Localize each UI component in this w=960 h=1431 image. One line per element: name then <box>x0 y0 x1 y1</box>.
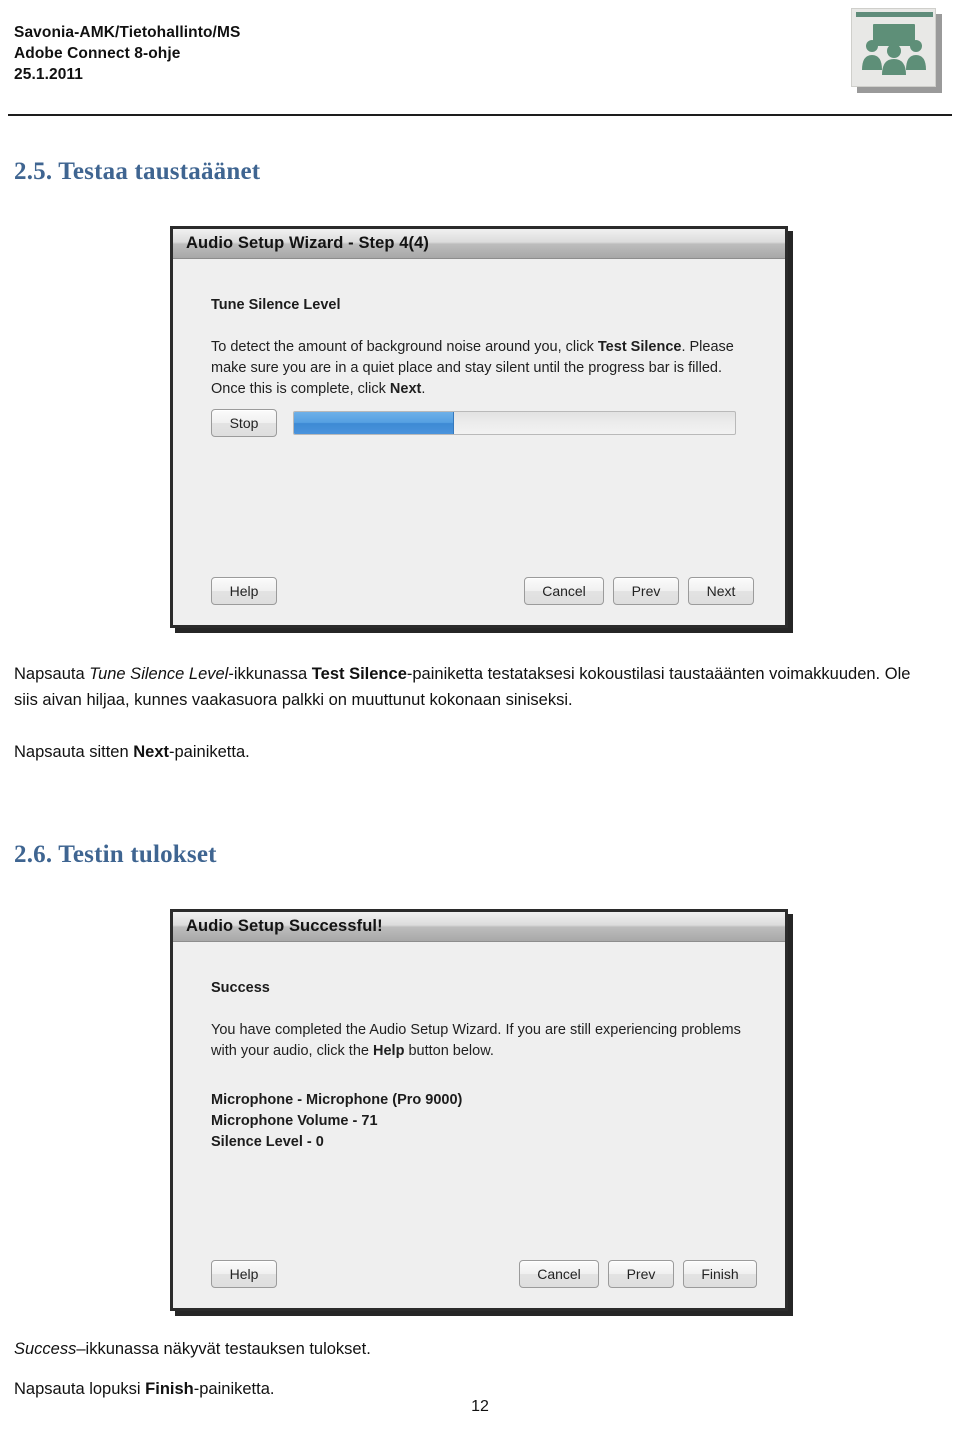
instruction-line3-part3: . <box>421 381 426 397</box>
para4-part2: -painiketta. <box>193 1380 275 1398</box>
instruction-line1-part3: . Please <box>681 339 734 355</box>
header-document-info: Savonia-AMK/Tietohallinto/MS Adobe Conne… <box>14 22 240 85</box>
dialog-titlebar: Audio Setup Successful! <box>173 912 785 942</box>
paragraph-click-next: Napsauta sitten Next-painiketta. <box>14 739 944 765</box>
result-microphone-device: Microphone - Microphone (Pro 9000) <box>211 1092 463 1108</box>
page-number: 12 <box>471 1398 489 1415</box>
screenshot-audio-setup-successful: Audio Setup Successful! Success You have… <box>170 909 793 1316</box>
cancel-button[interactable]: Cancel <box>519 1260 599 1288</box>
para3-success-italic: Success <box>14 1340 77 1358</box>
paragraph-tune-silence-instructions: Napsauta Tune Silence Level-ikkunassa Te… <box>14 661 919 713</box>
stop-button[interactable]: Stop <box>211 409 277 437</box>
para1-tune-silence-level-italic: Tune Silence Level <box>89 665 229 683</box>
para1-part2: -ikkunassa <box>228 665 312 683</box>
success-line1: You have completed the Audio Setup Wizar… <box>211 1022 741 1038</box>
para2-part2: -painiketta. <box>169 743 250 761</box>
para2-part1: Napsauta sitten <box>14 743 134 761</box>
dialog-instructions: To detect the amount of background noise… <box>211 337 756 400</box>
paragraph-success-results: Success–ikkunassa näkyvät testauksen tul… <box>14 1336 944 1362</box>
header-org-line: Savonia-AMK/Tietohallinto/MS <box>14 24 241 41</box>
instruction-line2: make sure you are in a quiet place and s… <box>211 360 722 376</box>
audio-setup-successful-dialog: Audio Setup Successful! Success You have… <box>170 909 788 1311</box>
help-button[interactable]: Help <box>211 577 277 605</box>
dialog-title: Audio Setup Wizard - Step 4(4) <box>186 234 430 252</box>
silence-level-progress-bar <box>293 411 736 435</box>
section-heading-2-5: 2.5. Testaa taustaäänet <box>14 158 261 185</box>
instruction-line3-part1: Once this is complete, click <box>211 381 390 397</box>
dialog-body: Tune Silence Level To detect the amount … <box>173 259 785 625</box>
adobe-connect-meeting-logo <box>851 8 942 93</box>
dialog-title: Audio Setup Successful! <box>186 917 383 935</box>
dialog-body: Success You have completed the Audio Set… <box>173 942 785 1308</box>
result-microphone-volume: Microphone Volume - 71 <box>211 1113 378 1129</box>
success-help-emphasis: Help <box>373 1043 405 1059</box>
para2-next-bold: Next <box>133 743 170 761</box>
header-doc-line: Adobe Connect 8-ohje <box>14 45 181 62</box>
header-divider <box>8 114 952 116</box>
cancel-button[interactable]: Cancel <box>524 577 604 605</box>
header-date-line: 25.1.2011 <box>14 66 84 83</box>
para4-part1: Napsauta lopuksi <box>14 1380 146 1398</box>
instruction-test-silence-emphasis: Test Silence <box>597 339 682 355</box>
next-button[interactable]: Next <box>688 577 754 605</box>
audio-test-results: Microphone - Microphone (Pro 9000) Micro… <box>211 1090 462 1153</box>
finish-button[interactable]: Finish <box>683 1260 757 1288</box>
success-label: Success <box>211 980 270 996</box>
para1-test-silence-bold: Test Silence <box>311 665 407 683</box>
logo-top-bar <box>856 12 933 17</box>
prev-button[interactable]: Prev <box>608 1260 674 1288</box>
people-whiteboard-icon <box>862 24 926 75</box>
page-header: Savonia-AMK/Tietohallinto/MS Adobe Conne… <box>0 0 960 122</box>
prev-button[interactable]: Prev <box>613 577 679 605</box>
screenshot-audio-setup-wizard-step4: Audio Setup Wizard - Step 4(4) Tune Sile… <box>170 226 793 633</box>
para1-part1: Napsauta <box>14 665 90 683</box>
instruction-line1-part1: To detect the amount of background noise… <box>211 339 598 355</box>
audio-setup-wizard-dialog: Audio Setup Wizard - Step 4(4) Tune Sile… <box>170 226 788 628</box>
section-heading-2-6: 2.6. Testin tulokset <box>14 841 217 868</box>
success-message: You have completed the Audio Setup Wizar… <box>211 1020 761 1062</box>
help-button[interactable]: Help <box>211 1260 277 1288</box>
tune-silence-level-label: Tune Silence Level <box>211 297 341 313</box>
para3-part2: –ikkunassa näkyvät testauksen tulokset. <box>76 1340 371 1358</box>
dialog-titlebar: Audio Setup Wizard - Step 4(4) <box>173 229 785 259</box>
progress-bar-fill <box>294 412 454 434</box>
result-silence-level: Silence Level - 0 <box>211 1134 324 1150</box>
instruction-next-emphasis: Next <box>389 381 422 397</box>
para4-finish-bold: Finish <box>145 1380 194 1398</box>
success-line2-part3: button below. <box>404 1043 494 1059</box>
success-line2-part1: with your audio, click the <box>211 1043 373 1059</box>
